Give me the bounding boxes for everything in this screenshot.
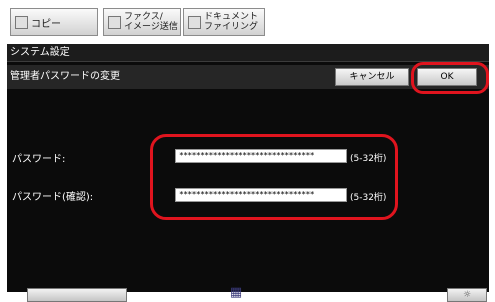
password-confirm-length-hint: (5-32桁) [350, 193, 387, 203]
password-label: パスワード: [12, 154, 66, 165]
mode-tab-bar: コピー ファクス/ イメージ送信 ドキュメント ファイリング [0, 0, 495, 44]
document-filing-icon [188, 15, 201, 29]
screen-title: システム設定 [7, 44, 489, 62]
tab-fax-label-line1: ファクス/ [124, 12, 163, 22]
bottom-bar: ▦ ☼ [7, 282, 489, 302]
job-status-icon[interactable]: ▦ [227, 282, 245, 302]
page-title: 管理者パスワードの変更 [10, 71, 120, 82]
brightness-icon[interactable]: ☼ [447, 288, 487, 302]
password-confirm-label: パスワード(確認): [12, 192, 94, 203]
password-length-hint: (5-32桁) [350, 154, 387, 164]
tab-document-filing[interactable]: ドキュメント ファイリング [183, 8, 265, 36]
tab-doc-label-line2: ファイリング [204, 22, 259, 32]
ok-button[interactable]: OK [417, 68, 477, 86]
tab-copy[interactable]: コピー [10, 8, 98, 36]
tab-copy-label: コピー [31, 18, 61, 30]
copy-icon [15, 15, 28, 29]
password-field[interactable]: ******************************** [175, 149, 347, 163]
password-confirm-field[interactable]: ******************************** [175, 188, 347, 202]
settings-screen: システム設定 管理者パスワードの変更 キャンセル OK パスワード: *****… [7, 44, 489, 292]
page-header: 管理者パスワードの変更 キャンセル OK [7, 65, 489, 89]
fax-icon [108, 15, 121, 29]
cancel-button[interactable]: キャンセル [335, 68, 409, 86]
tab-fax-label-line2: イメージ送信 [124, 22, 178, 32]
bottom-left-button[interactable] [27, 288, 127, 302]
tab-doc-label-line1: ドキュメント [204, 12, 259, 22]
tab-fax-image-send[interactable]: ファクス/ イメージ送信 [103, 8, 181, 36]
